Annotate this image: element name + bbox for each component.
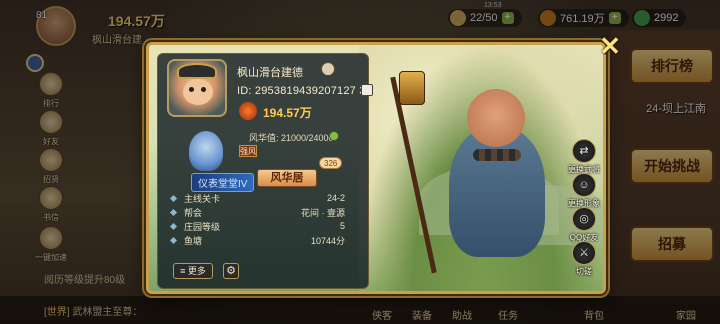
player-id: ID: 2953819439207127 34 <box>237 85 372 97</box>
style-hall-button[interactable]: 风华居 <box>257 169 317 187</box>
likes-badge[interactable]: 326 <box>319 157 343 169</box>
hero-hat <box>177 63 217 79</box>
stat-row: 帮会 花间 · 壹源 <box>167 205 345 219</box>
style-value: 风华值: 21000/24000 <box>249 133 334 143</box>
diamond-bullet-icon <box>169 222 178 230</box>
stat-row: 主线关卡 24-2 <box>167 191 345 205</box>
title-label: 仪表堂堂IV <box>191 173 255 192</box>
qq-icon: ◎ <box>572 207 596 231</box>
close-icon[interactable]: ✕ <box>597 33 623 60</box>
swap-look-icon: ☺ <box>572 173 596 197</box>
style-chip: 强风 <box>239 145 257 157</box>
edit-name-icon[interactable] <box>321 62 335 76</box>
spirit-figure <box>189 131 223 171</box>
style-info-icon[interactable] <box>329 131 339 141</box>
stats-list: 主线关卡 24-2 帮会 花间 · 壹源 庄园等级 5 鱼塘 10744分 <box>167 191 345 247</box>
qq-friend-button[interactable]: ◎ QQ好友 <box>567 207 601 243</box>
diamond-bullet-icon <box>169 208 178 216</box>
diamond-bullet-icon <box>169 194 178 202</box>
stat-row: 鱼塘 10744分 <box>167 233 345 247</box>
profile-panel: 枫山滑台建德 ID: 2953819439207127 34 194.57万 风… <box>146 42 606 294</box>
swap-hero-icon: ⇄ <box>572 139 596 163</box>
hero-portrait[interactable] <box>167 59 227 117</box>
stat-row: 庄园等级 5 <box>167 219 345 233</box>
swap-look-button[interactable]: ☺ 更换形象 <box>567 173 601 209</box>
player-name: 枫山滑台建德 <box>237 67 303 79</box>
more-button[interactable]: ≡ 更多 <box>173 263 213 279</box>
diamond-bullet-icon <box>169 236 178 244</box>
copy-id-icon[interactable] <box>361 84 373 96</box>
monk-head-art <box>467 89 525 147</box>
combat-power-icon <box>239 102 257 120</box>
gear-icon[interactable]: ⚙ <box>223 263 239 279</box>
swap-hero-button[interactable]: ⇄ 更换武将 <box>567 139 601 175</box>
hero-face <box>183 79 213 105</box>
duel-icon: ⚔ <box>572 241 596 265</box>
duel-button[interactable]: ⚔ 切磋 <box>567 241 601 277</box>
prayer-wheel-art <box>399 71 425 105</box>
combat-power: 194.57万 <box>263 106 312 120</box>
prayer-beads-art <box>473 149 521 161</box>
